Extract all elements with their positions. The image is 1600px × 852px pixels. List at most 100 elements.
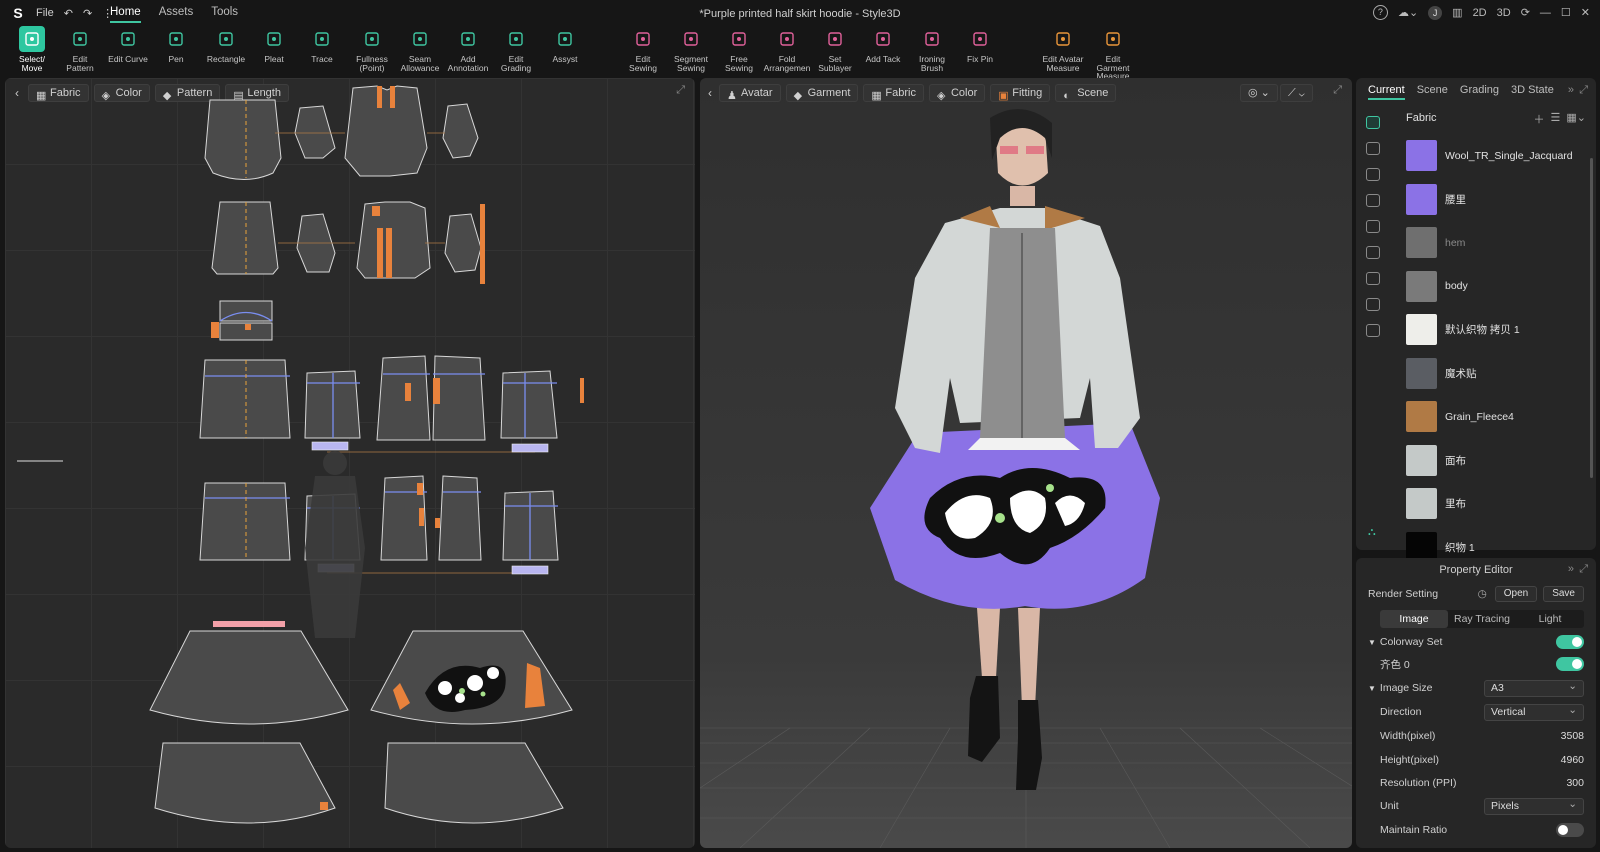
annotation-tool[interactable]: Add Annotation [443,26,493,72]
pattern-piece [154,742,336,824]
edit-pattern-tool[interactable]: Edit Pattern [55,26,105,72]
refresh-icon[interactable]: ⟳ [1521,6,1530,19]
pattern-2d-view[interactable]: ‹ ▦ Fabric ◈ Color ◆ Pattern ▤ Length ⤢ [5,78,695,848]
select-move-tool[interactable]: Select/ Move [7,26,57,72]
save-button[interactable]: Save [1543,586,1584,602]
avatar-measure-tool[interactable]: Edit Avatar Measure [1038,26,1088,72]
grid-view-icon[interactable]: ▦⌄ [1566,111,1586,127]
avatar-measure-icon [1050,26,1076,52]
user-avatar[interactable]: J [1428,5,1443,20]
trace-tool[interactable]: Trace [297,26,347,64]
buttonhole-library-icon[interactable] [1366,168,1380,181]
tab-current[interactable]: Current [1368,84,1405,100]
segment-sewing-tool[interactable]: Segment Sewing [666,26,716,72]
grading-icon [503,26,529,52]
fabric-item[interactable]: 默认织物 拷贝 1 [1406,308,1586,352]
panel-expand-icon[interactable]: ⤢ [1579,84,1588,97]
fabric-name: 面布 [1445,454,1466,467]
panel-collapse-icon[interactable]: » [1568,84,1574,96]
stitch-library-icon[interactable] [1366,272,1380,285]
button-library-icon[interactable] [1366,142,1380,155]
rectangle-tool[interactable]: Rectangle [201,26,251,64]
fabric-item[interactable]: Grain_Fleece4 [1406,395,1586,439]
fabric-item[interactable]: 魔术贴 [1406,352,1586,396]
resolution-value[interactable]: 300 [1566,777,1584,789]
view-2d-button[interactable]: 2D [1473,7,1487,19]
unit-select[interactable]: Pixels [1484,797,1584,815]
trim-library-icon[interactable] [1366,298,1380,311]
tab-3d-state[interactable]: 3D State [1511,84,1554,100]
graphic-library-icon[interactable] [1366,220,1380,233]
expand-image-size-icon[interactable]: ▼ [1368,684,1376,693]
ironing-brush-tool[interactable]: Ironing Brush [907,26,957,72]
cloud-upload-icon[interactable]: ☁⌄ [1398,6,1418,19]
edit-sewing-tool[interactable]: Edit Sewing [618,26,668,72]
colorway-item-label: 齐色 0 [1380,658,1410,671]
fabric-item[interactable]: 里布 [1406,482,1586,526]
minimize-icon[interactable]: — [1540,7,1551,19]
property-expand-icon[interactable]: ⤢ [1579,563,1588,576]
fabric-item[interactable]: 腰里 [1406,178,1586,222]
topstitch-library-icon[interactable] [1366,246,1380,259]
fabric-item[interactable]: 面布 [1406,439,1586,483]
fabric-list-scrollbar[interactable] [1590,158,1593,478]
colorway-item-toggle[interactable] [1556,657,1584,671]
tab-light[interactable]: Light [1516,610,1584,628]
node-graph-icon[interactable]: ⛬ [1368,526,1376,539]
expand-colorway-icon[interactable]: ▼ [1368,638,1376,647]
assyst-tool[interactable]: Assyst [540,26,590,64]
maximize-icon[interactable]: ☐ [1561,6,1571,19]
fabric-item[interactable]: Wool_TR_Single_Jacquard [1406,134,1586,178]
close-icon[interactable]: ✕ [1581,6,1590,19]
fabric-library-icon[interactable] [1366,116,1380,129]
viewport-3d[interactable]: ‹ ♟ Avatar ◆ Garment ▦ Fabric ◈ Color ▣ Fitti… [700,78,1352,848]
fabric-name: hem [1445,236,1466,249]
fullness-tool[interactable]: Fullness (Point) [347,26,397,72]
fabric-swatch [1406,140,1437,172]
fix-pin-tool[interactable]: Fix Pin [955,26,1005,64]
fold-arrangement-tool[interactable]: Fold Arrangemen [762,26,812,72]
tool-label: Add Annotation [447,54,489,73]
sublayer-tool[interactable]: Set Sublayer [810,26,860,72]
tab-image[interactable]: Image [1380,610,1448,628]
list-view-icon[interactable]: ☰ [1551,111,1561,127]
tack-tool[interactable]: Add Tack [858,26,908,64]
edit-curve-tool[interactable]: Edit Curve [103,26,153,64]
view-3d-button[interactable]: 3D [1497,7,1511,19]
avatar-library-icon[interactable] [1366,324,1380,337]
add-fabric-icon[interactable]: ＋ [1534,111,1545,127]
width-value[interactable]: 3508 [1561,730,1584,742]
tool-label: Pen [168,54,184,64]
zipper-library-icon[interactable] [1366,194,1380,207]
pattern-piece [444,213,482,273]
seam-allowance-tool[interactable]: Seam Allowance [395,26,445,72]
edit-sewing-icon [630,26,656,52]
image-size-select[interactable]: A3 [1484,679,1584,697]
maintain-ratio-toggle[interactable] [1556,823,1584,837]
fabric-section-title: Fabric [1406,112,1437,124]
open-button[interactable]: Open [1494,586,1538,602]
fabric-swatch [1406,227,1437,259]
pleat-tool[interactable]: Pleat [249,26,299,64]
fabric-item[interactable]: hem [1406,221,1586,265]
tool-label: Select/ Move [19,54,45,73]
direction-select[interactable]: Vertical [1484,703,1584,721]
colorway-set-toggle[interactable] [1556,635,1584,649]
avatar-silhouette [305,451,365,638]
fabric-item[interactable]: body [1406,265,1586,309]
height-value[interactable]: 4960 [1561,754,1584,766]
help-icon[interactable]: ? [1372,5,1388,20]
free-sewing-tool[interactable]: Free Sewing [714,26,764,72]
pen-tool[interactable]: Pen [151,26,201,64]
pattern-piece [199,359,291,439]
property-collapse-icon[interactable]: » [1568,563,1574,575]
tool-label: Trace [311,54,333,64]
tab-ray-tracing[interactable]: Ray Tracing [1448,610,1516,628]
garment-measure-tool[interactable]: Edit Garment Measure [1088,26,1138,81]
tool-label: Assyst [552,54,578,64]
history-icon[interactable]: ◷ [1478,588,1487,600]
tab-grading[interactable]: Grading [1460,84,1499,100]
tab-scene[interactable]: Scene [1417,84,1448,100]
layout-icon[interactable]: ▥ [1452,6,1462,19]
grading-tool[interactable]: Edit Grading [491,26,541,72]
